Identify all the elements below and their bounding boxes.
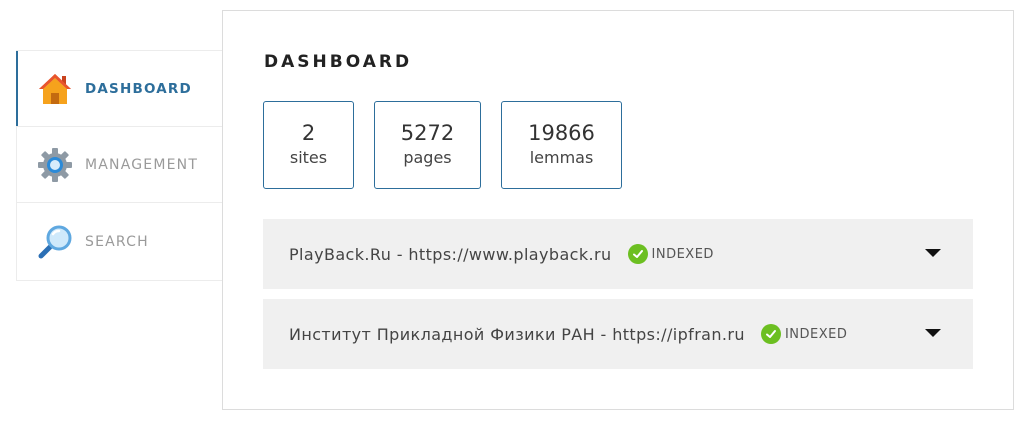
stat-label: sites — [289, 148, 328, 167]
page-title: DASHBOARD — [264, 52, 413, 72]
stat-value: 2 — [301, 121, 316, 145]
sidebar-item-management[interactable]: MANAGEMENT — [17, 127, 223, 203]
stat-value: 19866 — [528, 121, 595, 145]
sidebar-item-label: SEARCH — [85, 233, 149, 250]
stat-label: pages — [403, 148, 452, 167]
site-name: Институт Прикладной Физики РАН - https:/… — [289, 324, 745, 344]
status-text: INDEXED — [651, 246, 714, 262]
home-icon — [37, 71, 73, 107]
sidebar-item-label: MANAGEMENT — [85, 156, 199, 173]
sidebar-item-dashboard[interactable]: DASHBOARD — [16, 51, 223, 127]
stat-pages: 5272 pages — [374, 101, 481, 189]
gear-icon — [37, 147, 73, 183]
check-icon — [760, 324, 781, 344]
dashboard-panel: DASHBOARD 2 sites 5272 pages 19866 lemma… — [222, 10, 1014, 410]
stat-sites: 2 sites — [263, 101, 354, 189]
sidebar-item-label: DASHBOARD — [85, 80, 192, 97]
stat-label: lemmas — [529, 148, 594, 167]
site-row[interactable]: Институт Прикладной Физики РАН - https:/… — [263, 299, 973, 369]
magnifier-icon — [37, 224, 73, 260]
site-name: PlayBack.Ru - https://www.playback.ru — [289, 244, 612, 264]
sidebar: DASHBOARD MANAGEMENT SEARCH — [16, 50, 223, 281]
stat-lemmas: 19866 lemmas — [501, 101, 622, 189]
stats-row: 2 sites 5272 pages 19866 lemmas — [263, 101, 622, 189]
status-badge: INDEXED — [760, 324, 848, 344]
stat-value: 5272 — [400, 121, 455, 145]
chevron-down-icon[interactable] — [925, 249, 941, 257]
site-row[interactable]: PlayBack.Ru - https://www.playback.ru IN… — [263, 219, 973, 289]
sidebar-item-search[interactable]: SEARCH — [17, 203, 223, 280]
status-text: INDEXED — [784, 326, 848, 342]
chevron-down-icon[interactable] — [925, 329, 941, 337]
status-badge: INDEXED — [627, 244, 714, 264]
check-icon — [627, 244, 648, 264]
